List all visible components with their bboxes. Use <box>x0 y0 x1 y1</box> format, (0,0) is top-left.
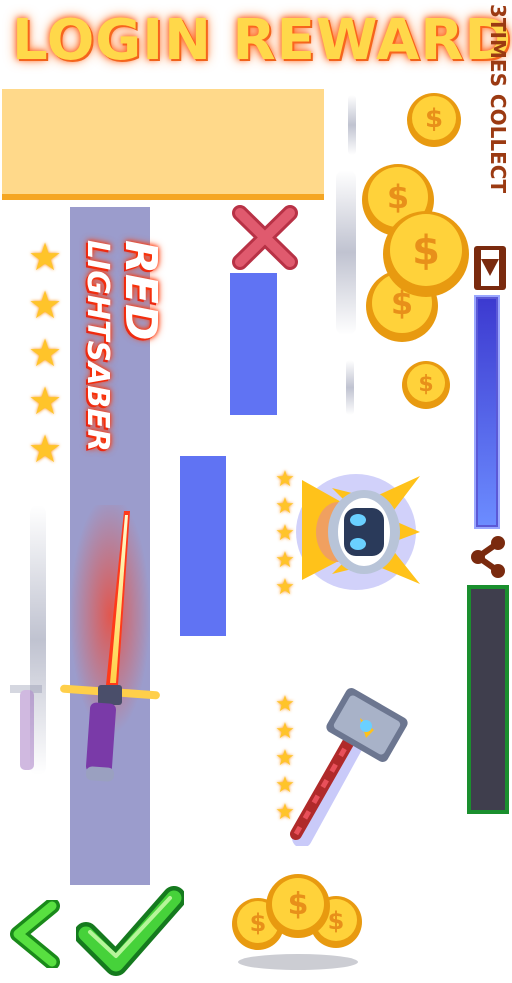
collect-progress-fill <box>478 299 496 525</box>
lightsaber-image <box>40 495 180 795</box>
reward-panel <box>2 89 324 200</box>
hammer-image <box>262 688 412 848</box>
collect-progress-bar <box>474 295 500 529</box>
collect-times-label: 3TIMES COLLECT <box>486 4 510 194</box>
svg-text:$: $ <box>425 104 443 134</box>
star-icon: ★ <box>27 285 63 327</box>
blue-bar <box>180 456 226 636</box>
coin-pile: $ $ $ $ $ <box>360 90 472 412</box>
motion-streak <box>348 95 356 155</box>
share-panel <box>467 585 509 814</box>
blue-bar <box>230 273 277 415</box>
reward-name: RED LIGHTSABER <box>72 240 166 475</box>
star-icon: ★ <box>27 429 63 471</box>
svg-text:$: $ <box>387 178 409 216</box>
helmet-image <box>292 468 422 596</box>
lightsaber-shadow <box>6 660 46 780</box>
reward-name-line2: LIGHTSABER <box>80 240 115 452</box>
share-icon[interactable] <box>466 535 508 579</box>
chevron-left-icon[interactable] <box>8 898 66 970</box>
reward-name-line1: RED <box>115 240 166 341</box>
check-icon[interactable] <box>74 886 186 978</box>
motion-streak <box>346 360 354 415</box>
reward-stars: ★ ★ ★ ★ ★ <box>24 234 66 474</box>
star-icon: ★ <box>27 237 63 279</box>
page-title: LOGIN REWARD <box>12 8 512 73</box>
close-icon[interactable] <box>230 205 300 270</box>
coin-pile-bottom: $ $ $ <box>228 872 368 972</box>
star-icon: ★ <box>27 381 63 423</box>
svg-text:$: $ <box>418 372 433 397</box>
svg-text:$: $ <box>328 907 345 935</box>
svg-text:$: $ <box>250 909 267 937</box>
video-icon[interactable] <box>474 246 506 290</box>
svg-text:$: $ <box>412 228 440 274</box>
svg-text:$: $ <box>288 887 309 922</box>
star-icon: ★ <box>27 333 63 375</box>
motion-streak <box>336 170 356 335</box>
